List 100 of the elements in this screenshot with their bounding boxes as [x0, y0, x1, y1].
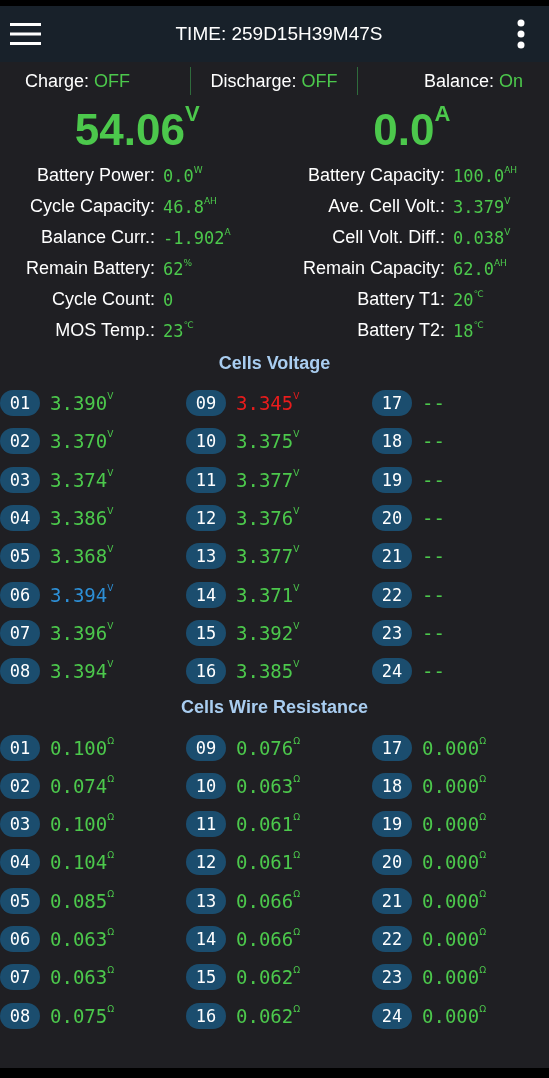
cell-value: 0.062$^{Ω}$: [236, 966, 301, 989]
stat-value: 18$^{℃}$: [452, 320, 485, 341]
cell-number-badge: 24: [372, 658, 412, 685]
cell-value: --: [422, 507, 445, 530]
cell-number-badge: 17: [372, 390, 412, 417]
cell-value: 0.100$^{Ω}$: [50, 736, 115, 759]
cell-number-badge: 16: [186, 658, 226, 685]
cell-number-badge: 17: [372, 734, 412, 761]
stat-value: 46.8$^{AH}$: [162, 196, 218, 217]
cell-value: 0.063$^{Ω}$: [50, 966, 115, 989]
stat-label: Remain Capacity:: [301, 258, 445, 279]
cell-number-badge: 10: [186, 428, 226, 455]
stat-label: Cycle Count:: [50, 289, 155, 310]
cell-value: 0.000$^{Ω}$: [422, 813, 487, 836]
cell-value: 3.394$^{V}$: [50, 583, 114, 606]
cell-value: 3.394$^{V}$: [50, 660, 114, 683]
cell-value: --: [422, 621, 445, 644]
cell-value: --: [422, 545, 445, 568]
cell-value: 0.000$^{Ω}$: [422, 928, 487, 950]
cell-value: --: [422, 468, 445, 491]
cell-value: 0.061$^{Ω}$: [236, 813, 301, 836]
cell-value: 0.063$^{Ω}$: [50, 928, 115, 950]
cell-value: --: [422, 392, 445, 415]
stat-value: 100.0$^{AH}$: [452, 165, 519, 186]
main-reading: 54.06$^{V}$: [74, 105, 200, 155]
cell-value: 0.000$^{Ω}$: [422, 966, 487, 989]
cell-value: 3.345$^{V}$: [236, 392, 300, 415]
cell-number-badge: 03: [0, 466, 40, 493]
more-options-icon[interactable]: [517, 19, 525, 49]
cell-value: 0.000$^{Ω}$: [422, 736, 487, 759]
cell-number-badge: 24: [372, 1002, 412, 1029]
stat-label: Battery Capacity:: [306, 165, 445, 186]
stat-value: 20$^{℃}$: [452, 289, 485, 310]
cell-value: 3.377$^{V}$: [236, 468, 300, 491]
cell-number-badge: 12: [186, 505, 226, 532]
stat-label: Cell Volt. Diff.:: [331, 227, 445, 248]
cell-value: 0.063$^{Ω}$: [236, 774, 301, 797]
cell-value: 0.000$^{Ω}$: [422, 774, 487, 797]
stat-label: Battery Power:: [35, 165, 155, 186]
section-title: Cells Voltage: [217, 352, 332, 375]
stat-label: Remain Battery:: [24, 258, 155, 279]
cell-value: 3.376$^{V}$: [236, 507, 300, 530]
cell-number-badge: 05: [0, 887, 40, 914]
cell-value: 3.374$^{V}$: [50, 468, 114, 491]
cell-value: 3.390$^{V}$: [50, 392, 114, 415]
stat-value: 23$^{℃}$: [162, 320, 195, 341]
stat-label: Cycle Capacity:: [28, 196, 155, 217]
cell-number-badge: 13: [186, 543, 226, 570]
section-title: Cells Wire Resistance: [180, 696, 369, 720]
stat-label: Battery T1:: [356, 289, 445, 310]
cell-value: 3.386$^{V}$: [50, 507, 114, 530]
main-reading: 0.0$^{A}$: [373, 105, 451, 155]
cell-value: 0.000$^{Ω}$: [422, 1004, 487, 1027]
cell-value: 3.385$^{V}$: [236, 660, 300, 683]
cell-value: 3.392$^{V}$: [236, 621, 300, 644]
cell-value: 0.066$^{Ω}$: [236, 928, 301, 950]
cell-value: --: [422, 430, 445, 453]
cell-value: 0.066$^{Ω}$: [236, 889, 301, 912]
cell-value: 3.377$^{V}$: [236, 545, 300, 568]
cell-number-badge: 22: [372, 581, 412, 608]
cell-number-badge: 09: [186, 734, 226, 761]
cell-number-badge: 12: [186, 849, 226, 876]
cell-number-badge: 01: [0, 390, 40, 417]
cell-number-badge: 07: [0, 619, 40, 646]
stat-value: 62$^{%}$: [162, 258, 194, 279]
cell-number-badge: 08: [0, 658, 40, 685]
cell-number-badge: 18: [372, 428, 412, 455]
stat-label: MOS Temp.:: [54, 320, 155, 341]
cell-value: 0.074$^{Ω}$: [50, 774, 115, 797]
status-text: Discharge: OFF: [210, 70, 338, 92]
cell-number-badge: 18: [372, 772, 412, 799]
cell-number-badge: 06: [0, 581, 40, 608]
cell-number-badge: 21: [372, 887, 412, 914]
cell-number-badge: 23: [372, 964, 412, 991]
cell-value: 0.000$^{Ω}$: [422, 889, 487, 912]
stat-label: Balance Curr.:: [39, 227, 155, 248]
header-title: TIME: 259D15H39M47S: [175, 23, 383, 45]
cell-number-badge: 22: [372, 926, 412, 952]
cell-value: 0.076$^{Ω}$: [236, 736, 301, 759]
cell-value: 0.062$^{Ω}$: [236, 1004, 301, 1027]
cell-number-badge: 08: [0, 1002, 40, 1029]
cell-number-badge: 05: [0, 543, 40, 570]
cell-number-badge: 20: [372, 505, 412, 532]
cell-value: 0.000$^{Ω}$: [422, 851, 487, 874]
cell-number-badge: 10: [186, 772, 226, 799]
menu-icon[interactable]: [10, 23, 41, 45]
cell-number-badge: 04: [0, 849, 40, 876]
cell-number-badge: 20: [372, 849, 412, 876]
cell-number-badge: 16: [186, 1002, 226, 1029]
cell-value: 3.396$^{V}$: [50, 621, 114, 644]
cell-number-badge: 02: [0, 772, 40, 799]
cell-value: 0.104$^{Ω}$: [50, 851, 115, 874]
cell-number-badge: 07: [0, 964, 40, 991]
cell-value: 3.370$^{V}$: [50, 430, 114, 453]
status-text: Balance: On: [423, 70, 523, 92]
cell-value: 0.075$^{Ω}$: [50, 1004, 115, 1027]
cell-number-badge: 09: [186, 390, 226, 417]
stat-value: 62.0$^{AH}$: [452, 258, 508, 279]
cell-value: 0.100$^{Ω}$: [50, 813, 115, 836]
cell-number-badge: 04: [0, 505, 40, 532]
